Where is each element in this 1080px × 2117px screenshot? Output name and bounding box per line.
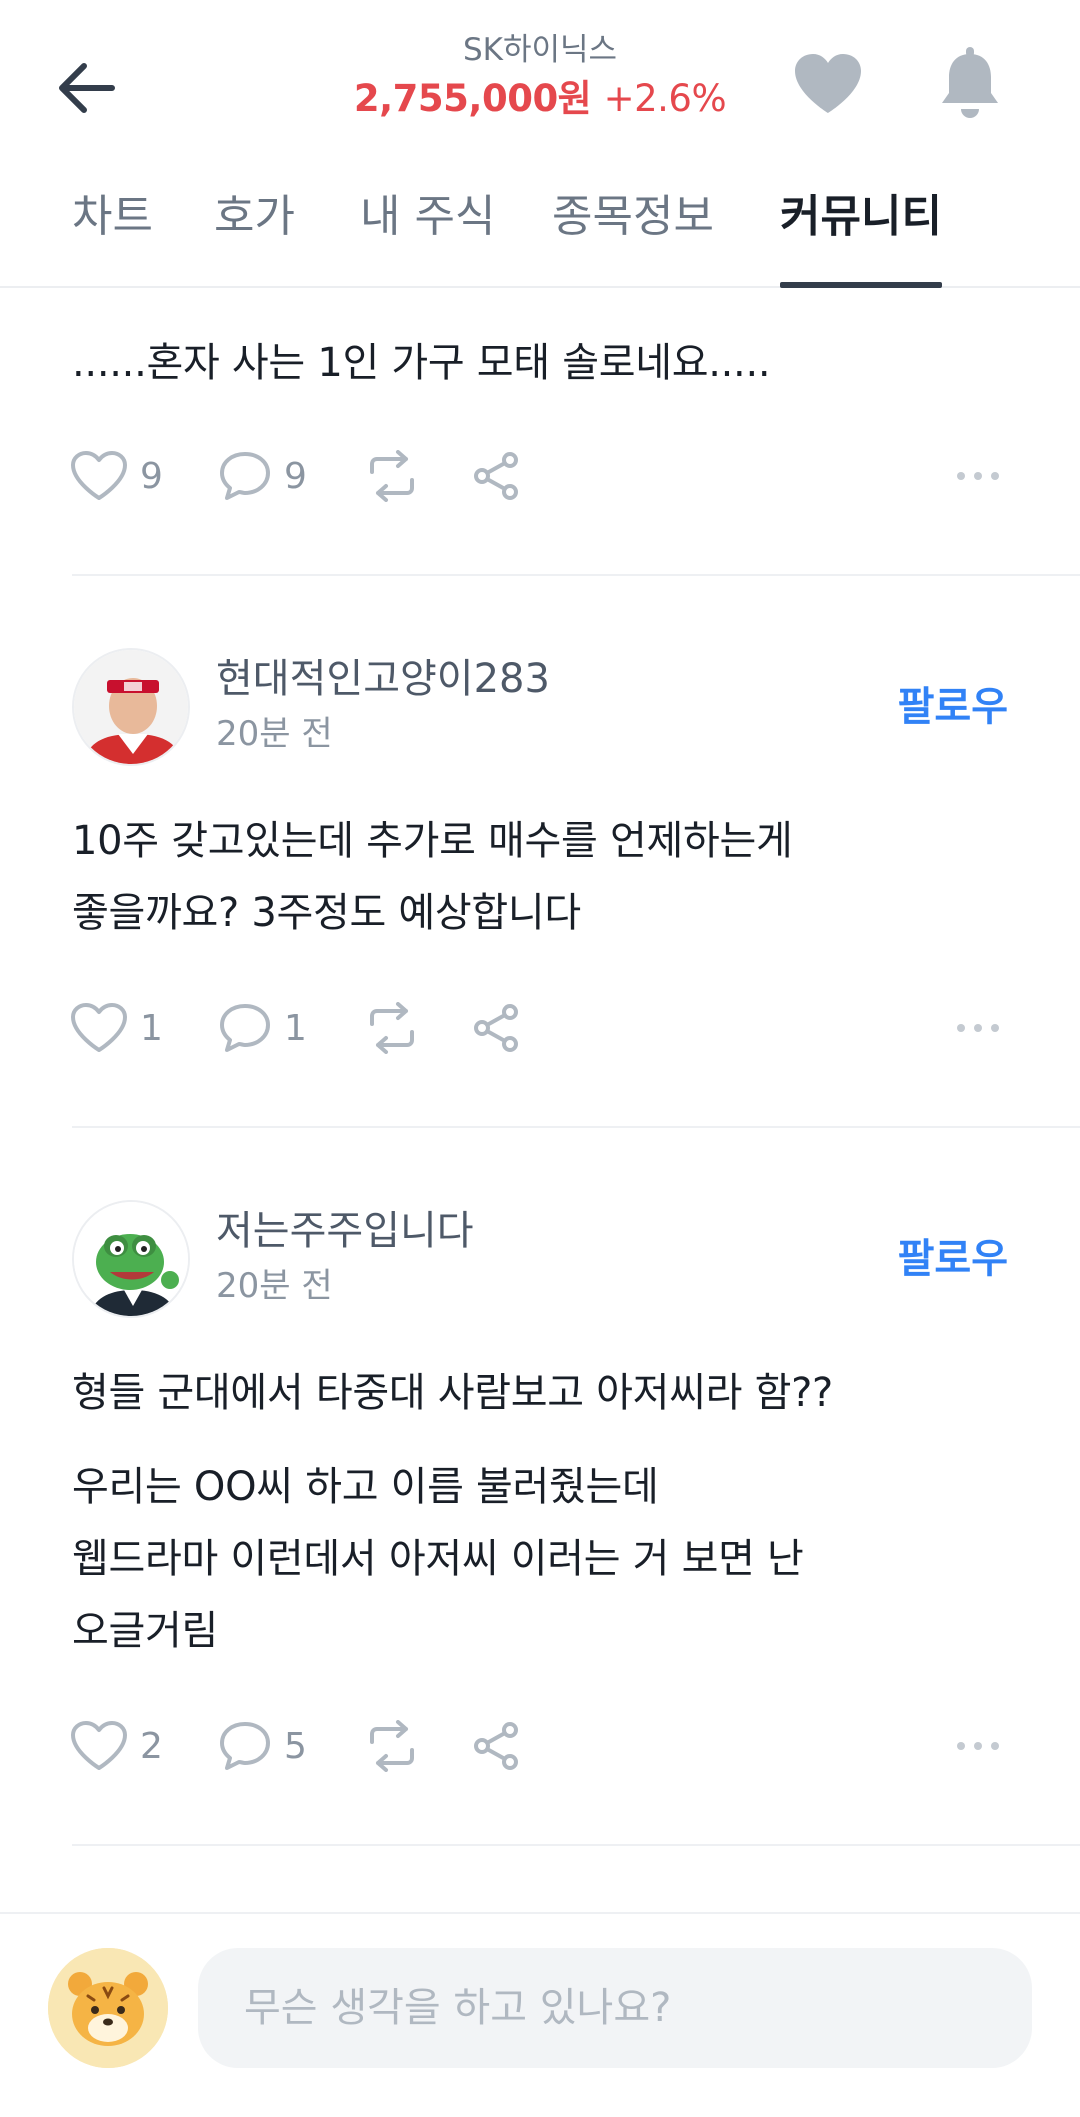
- tab-my-stock[interactable]: 내 주식: [360, 192, 495, 288]
- heart-outline-icon: [71, 451, 127, 500]
- post-actions: 9 9: [70, 444, 1010, 508]
- repost-icon: [370, 1720, 414, 1772]
- like-count: 1: [140, 1007, 163, 1049]
- stock-change: +2.6%: [603, 77, 727, 120]
- compose-input[interactable]: [198, 1948, 1032, 2068]
- like-count: 2: [140, 1725, 163, 1767]
- heart-outline-icon: [71, 1721, 127, 1770]
- share-icon: [474, 1722, 518, 1770]
- comment-icon: [220, 1004, 270, 1052]
- post-time: 20분 전: [216, 714, 333, 754]
- post-time: 20분 전: [216, 1266, 333, 1306]
- comment-count: 9: [284, 455, 307, 497]
- repost-button[interactable]: [362, 996, 422, 1060]
- post-text-line: 우리는 OO씨 하고 이름 불러줬는데: [72, 1464, 659, 1510]
- user-avatar-image: [74, 1202, 188, 1316]
- bell-icon: [942, 47, 998, 118]
- more-dots-icon: [957, 1024, 999, 1032]
- more-dots-icon: [957, 472, 999, 480]
- follow-button[interactable]: 팔로우: [898, 1234, 1008, 1284]
- heart-outline-icon: [71, 1003, 127, 1052]
- notification-button[interactable]: [932, 44, 1008, 124]
- share-button[interactable]: [470, 444, 522, 508]
- like-count: 9: [140, 455, 163, 497]
- post-text: ......혼자 사는 1인 가구 모태 솔로네요.....: [72, 340, 771, 386]
- share-icon: [474, 1004, 518, 1052]
- share-icon: [474, 452, 518, 500]
- repost-button[interactable]: [362, 1714, 422, 1778]
- comment-icon: [220, 452, 270, 500]
- my-avatar[interactable]: [48, 1948, 168, 2068]
- tab-chart[interactable]: 차트: [72, 192, 153, 288]
- author-name[interactable]: 저는주주입니다: [216, 1206, 474, 1256]
- favorite-button[interactable]: [790, 48, 866, 120]
- tiger-avatar-icon: [48, 1948, 168, 2068]
- share-button[interactable]: [470, 1714, 522, 1778]
- comment-button[interactable]: 5: [218, 1714, 307, 1778]
- comment-button[interactable]: 9: [218, 444, 307, 508]
- avatar[interactable]: [72, 1200, 190, 1318]
- more-dots-icon: [957, 1742, 999, 1750]
- tab-stock-info[interactable]: 종목정보: [552, 192, 714, 288]
- repost-icon: [370, 450, 414, 502]
- post-text-line: 형들 군대에서 타중대 사람보고 아저씨라 함??: [72, 1370, 833, 1416]
- post-text-line: 웹드라마 이런데서 아저씨 이러는 거 보면 난: [72, 1536, 804, 1582]
- stock-ticker: SK하이닉스 2,755,000원 +2.6%: [0, 30, 1080, 128]
- post-text-line: 좋을까요? 3주정도 예상합니다: [72, 890, 581, 936]
- like-button[interactable]: 1: [70, 996, 163, 1060]
- heart-icon: [795, 54, 861, 113]
- like-button[interactable]: 2: [70, 1714, 163, 1778]
- avatar[interactable]: [72, 648, 190, 766]
- more-button[interactable]: [946, 996, 1010, 1060]
- tab-bar: 차트 호가 내 주식 종목정보 커뮤니티: [0, 170, 1080, 288]
- post-actions: 1 1: [70, 996, 1010, 1060]
- comment-button[interactable]: 1: [218, 996, 307, 1060]
- stock-name: SK하이닉스: [462, 32, 618, 68]
- divider: [72, 1844, 1080, 1846]
- post-actions: 2 5: [70, 1714, 1010, 1778]
- share-button[interactable]: [470, 996, 522, 1060]
- divider: [72, 1126, 1080, 1128]
- repost-button[interactable]: [362, 444, 422, 508]
- post-text-line: 10주 갖고있는데 추가로 매수를 언제하는게: [72, 818, 793, 864]
- author-name[interactable]: 현대적인고양이283: [216, 654, 550, 704]
- compose-bar: [0, 1912, 1080, 2117]
- follow-button[interactable]: 팔로우: [898, 682, 1008, 732]
- repost-icon: [370, 1002, 414, 1054]
- post-text-line: 오글거림: [72, 1608, 218, 1654]
- divider: [72, 574, 1080, 576]
- more-button[interactable]: [946, 1714, 1010, 1778]
- tab-community[interactable]: 커뮤니티: [780, 192, 942, 288]
- comment-icon: [220, 1722, 270, 1770]
- stock-price: 2,755,000원: [353, 77, 592, 120]
- like-button[interactable]: 9: [70, 444, 163, 508]
- user-avatar-image: [74, 650, 188, 764]
- comment-count: 5: [284, 1725, 307, 1767]
- app-header: SK하이닉스 2,755,000원 +2.6%: [0, 0, 1080, 170]
- stock-price-line: 2,755,000원 +2.6%: [0, 70, 1080, 128]
- comment-count: 1: [284, 1007, 307, 1049]
- more-button[interactable]: [946, 444, 1010, 508]
- tab-orderbook[interactable]: 호가: [214, 192, 295, 288]
